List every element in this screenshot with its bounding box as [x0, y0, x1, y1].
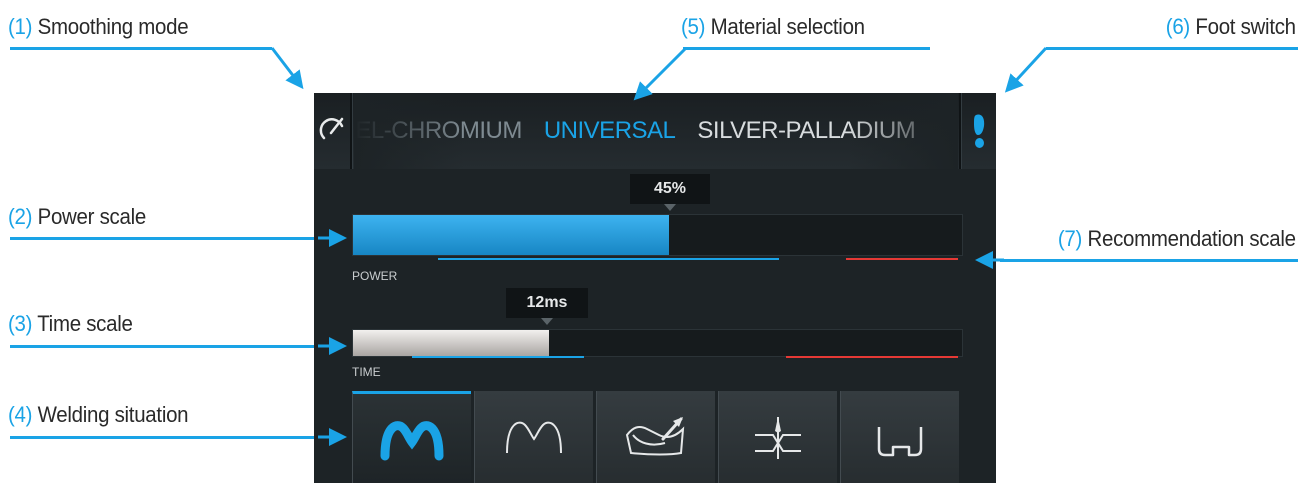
- callout-arrows: [270, 46, 1048, 446]
- arrow-smoothing: [270, 47, 304, 90]
- arrow-material: [633, 46, 688, 101]
- arrow-foot: [1004, 46, 1048, 93]
